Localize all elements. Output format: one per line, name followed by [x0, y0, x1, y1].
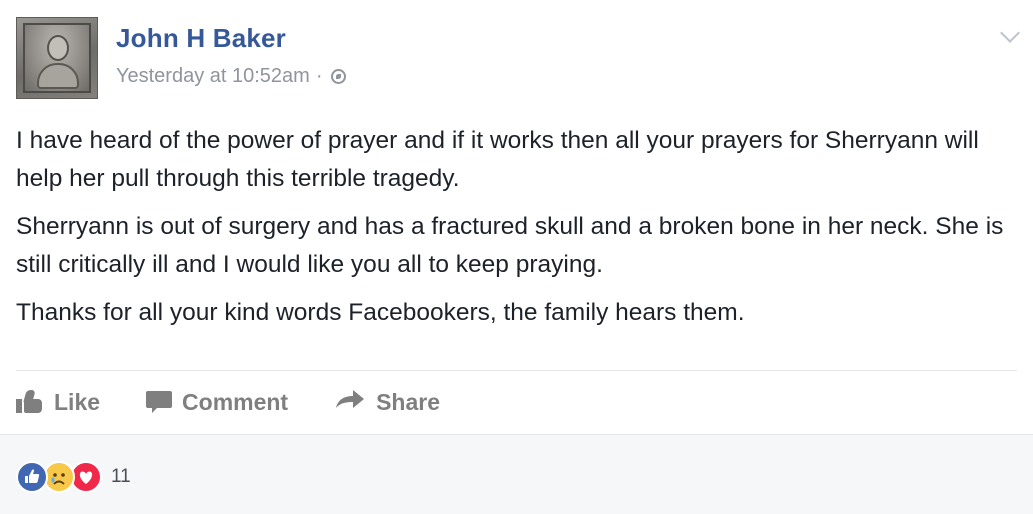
comment-button[interactable]: Comment: [146, 389, 288, 416]
comment-bubble-icon: [146, 390, 173, 414]
globe-icon[interactable]: [330, 69, 346, 84]
reactions-bar: 11: [0, 434, 1033, 514]
reaction-count[interactable]: 11: [111, 466, 131, 488]
like-reaction-icon: [16, 461, 48, 493]
author-avatar[interactable]: [16, 17, 98, 99]
avatar-head: [47, 35, 69, 61]
post-meta: Yesterday at 10:52am ·: [116, 65, 346, 88]
post-timestamp[interactable]: Yesterday at 10:52am: [116, 65, 310, 88]
facebook-post: John H Baker Yesterday at 10:52am · I ha…: [0, 0, 1033, 514]
share-arrow-icon: [334, 388, 366, 416]
post-paragraph: Sherryann is out of surgery and has a fr…: [16, 213, 1004, 278]
actions-divider: [16, 370, 1017, 371]
comment-label: Comment: [182, 388, 289, 415]
thumbs-up-icon: [16, 390, 44, 414]
meta-separator: ·: [315, 65, 323, 87]
like-button[interactable]: Like: [16, 389, 100, 416]
chevron-down-icon[interactable]: [1000, 23, 1020, 43]
avatar-photo-frame: [23, 23, 91, 93]
post-body: I have heard of the power of prayer and …: [16, 122, 1016, 342]
like-label: Like: [54, 388, 101, 415]
post-paragraph: I have heard of the power of prayer and …: [16, 127, 979, 192]
post-actions: Like Comment Share: [16, 384, 486, 420]
reactions-summary[interactable]: 11: [16, 461, 131, 493]
author-name-link[interactable]: John H Baker: [116, 23, 286, 54]
post-paragraph: Thanks for all your kind words Facebooke…: [16, 299, 745, 326]
avatar-shoulders: [37, 63, 79, 89]
share-button[interactable]: Share: [334, 388, 440, 416]
share-label: Share: [376, 388, 441, 415]
